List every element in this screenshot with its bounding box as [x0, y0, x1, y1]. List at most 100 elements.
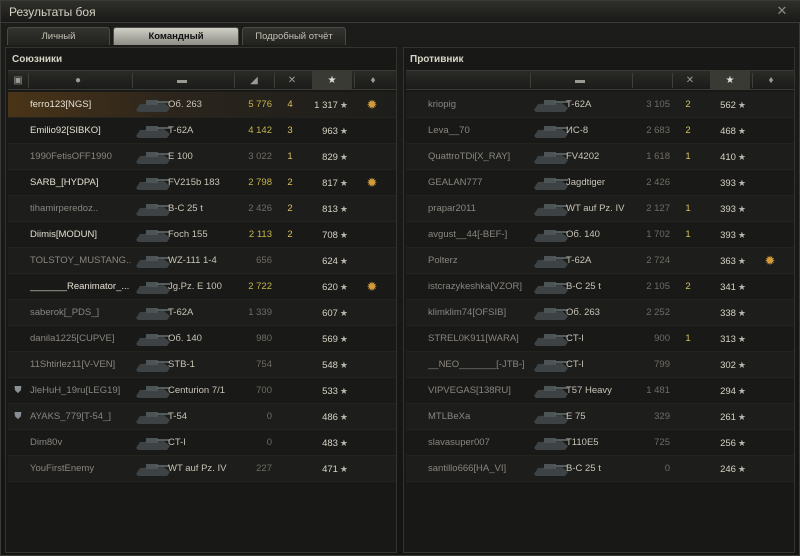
player-name[interactable]: QuattroTDi[X_RAY]	[428, 144, 536, 170]
player-row[interactable]: 11Shtirlez11[V-VEN] STB-1 754 548 ★	[8, 352, 396, 378]
player-row[interactable]: Emilio92[SIBKO] T-62A 4 142 3 963 ★	[8, 118, 396, 144]
player-name[interactable]: kriopig	[428, 92, 536, 118]
player-name[interactable]: 11Shtirlez11[V-VEN]	[30, 352, 138, 378]
tank-icon	[134, 378, 170, 404]
medal-icon[interactable]: ✹	[756, 248, 784, 274]
squad-slot	[408, 196, 424, 222]
player-name[interactable]: saberok[_PDS_]	[30, 300, 138, 326]
player-row[interactable]: YouFirstEnemy WT auf Pz. IV 227 471 ★	[8, 456, 396, 482]
player-row[interactable]: danila1225[CUPVE] Об. 140 980 569 ★	[8, 326, 396, 352]
experience-value: 256 ★	[702, 430, 746, 456]
player-name[interactable]: TOLSTOY_MUSTANG..	[30, 248, 138, 274]
player-row[interactable]: Polterz T-62A 2 724 363 ★ ✹	[406, 248, 794, 274]
vehicle-name: Об. 263	[168, 99, 202, 110]
player-name[interactable]: Dim80v	[30, 430, 138, 456]
player-name[interactable]: tihamirperedoz..	[30, 196, 138, 222]
medal-icon[interactable]: ✹	[358, 92, 386, 118]
player-name[interactable]: Emilio92[SIBKO]	[30, 118, 138, 144]
player-name[interactable]: JleHuH_19ru[LEG19]	[30, 378, 138, 404]
medal-icon[interactable]: ✹	[358, 274, 386, 300]
player-row[interactable]: istcrazykeshka[VZOR] B-C 25 t 2 105 2 341 ★	[406, 274, 794, 300]
player-name[interactable]: Diimis[MODUN]	[30, 222, 138, 248]
close-icon[interactable]: ✕	[775, 4, 789, 18]
player-name[interactable]: ferro123[NGS]	[30, 92, 138, 118]
player-row[interactable]: GEALAN777 Jagdtiger 2 426 393 ★	[406, 170, 794, 196]
star-icon[interactable]: ★	[710, 71, 750, 90]
squad-icon[interactable]	[408, 74, 424, 88]
medal-icon[interactable]: ♦	[752, 74, 790, 88]
player-row[interactable]: MTLBeXa E 75 329 261 ★	[406, 404, 794, 430]
player-row[interactable]: avgust__44[-BEF-] Об. 140 1 702 1 393 ★	[406, 222, 794, 248]
squad-slot	[10, 222, 26, 248]
player-name[interactable]: klimklim74[OFSIB]	[428, 300, 536, 326]
experience-value: 548 ★	[304, 352, 348, 378]
player-name[interactable]: YouFirstEnemy	[30, 456, 138, 482]
tank-icon[interactable]: ▬	[132, 74, 232, 88]
squad-icon[interactable]: ▣	[10, 74, 26, 88]
player-row[interactable]: kriopig T-62A 3 105 2 562 ★	[406, 92, 794, 118]
player-name[interactable]: Polterz	[428, 248, 536, 274]
player-row[interactable]: ⛊ AYAKS_779[T-54_] T-54 0 486 ★	[8, 404, 396, 430]
player-name[interactable]: 1990FetisOFF1990	[30, 144, 138, 170]
tank-icon[interactable]: ▬	[530, 74, 630, 88]
player-name[interactable]: STREL0K911[WARA]	[428, 326, 536, 352]
experience-value: 562 ★	[702, 92, 746, 118]
player-name[interactable]: AYAKS_779[T-54_]	[30, 404, 138, 430]
player-name[interactable]: _______Reanimator_...	[30, 274, 138, 300]
tab-detailed-report[interactable]: Подробный отчёт	[242, 27, 346, 45]
medal-icon[interactable]: ✹	[358, 170, 386, 196]
player-name[interactable]: prapar2011	[428, 196, 536, 222]
player-row[interactable]: ferro123[NGS] Об. 263 5 776 4 1 317 ★ ✹	[8, 92, 396, 118]
star-icon[interactable]: ★	[312, 71, 352, 90]
experience-value: 393 ★	[702, 222, 746, 248]
squad-slot	[408, 300, 424, 326]
player-row[interactable]: __NEO_______[-JTB-] CT-I 799 302 ★	[406, 352, 794, 378]
player-row[interactable]: Dim80v CT-I 0 483 ★	[8, 430, 396, 456]
experience-value: 533 ★	[304, 378, 348, 404]
player-name[interactable]: danila1225[CUPVE]	[30, 326, 138, 352]
player-row[interactable]: saberok[_PDS_] T-62A 1 339 607 ★	[8, 300, 396, 326]
player-row[interactable]: santillo666[HA_VI] B-C 25 t 0 246 ★	[406, 456, 794, 482]
vehicle-name: T-62A	[566, 99, 592, 110]
tab-team-result[interactable]: Командный результат	[113, 27, 239, 60]
player-name[interactable]: GEALAN777	[428, 170, 536, 196]
kills-value	[276, 248, 304, 274]
player-row[interactable]: 1990FetisOFF1990 E 100 3 022 1 829 ★	[8, 144, 396, 170]
damage-icon[interactable]: ◢	[234, 74, 274, 88]
player-row[interactable]: prapar2011 WT auf Pz. IV 2 127 1 393 ★	[406, 196, 794, 222]
player-name[interactable]: istcrazykeshka[VZOR]	[428, 274, 536, 300]
player-row[interactable]: tihamirperedoz.. B-C 25 t 2 426 2 813 ★	[8, 196, 396, 222]
medal-icon[interactable]: ♦	[354, 74, 392, 88]
player-name[interactable]: VIPVEGAS[138RU]	[428, 378, 536, 404]
tank-icon	[532, 430, 568, 456]
player-name[interactable]: avgust__44[-BEF-]	[428, 222, 536, 248]
player-row[interactable]: Leva__70 ИС-8 2 683 2 468 ★	[406, 118, 794, 144]
kills-value: 3	[287, 125, 293, 136]
tab-personal-result[interactable]: Личный результат	[7, 27, 110, 60]
player-row[interactable]: Diimis[MODUN] Foch 155 2 113 2 708 ★	[8, 222, 396, 248]
kills-icon[interactable]: ✕	[274, 74, 310, 88]
player-name[interactable]: SARB_[HYDPA]	[30, 170, 138, 196]
player-row[interactable]: TOLSTOY_MUSTANG.. WZ-111 1-4 656 624 ★	[8, 248, 396, 274]
player-row[interactable]: ⛊ JleHuH_19ru[LEG19] Centurion 7/1 700 533 ★	[8, 378, 396, 404]
player-row[interactable]: _______Reanimator_... Jg.Pz. E 100 2 722 62…	[8, 274, 396, 300]
player-icon[interactable]: ●	[28, 74, 128, 88]
vehicle-name: Об. 263	[566, 307, 600, 318]
player-name[interactable]: __NEO_______[-JTB-]	[428, 352, 536, 378]
player-row[interactable]: QuattroTDi[X_RAY] FV4202 1 618 1 410 ★	[406, 144, 794, 170]
player-row[interactable]: slavasuper007 T110E5 725 256 ★	[406, 430, 794, 456]
player-row[interactable]: SARB_[HYDPA] FV215b 183 2 798 2 817 ★ ✹	[8, 170, 396, 196]
player-icon[interactable]	[426, 74, 526, 88]
player-name[interactable]: santillo666[HA_VI]	[428, 456, 536, 482]
player-row[interactable]: klimklim74[OFSIB] Об. 263 2 252 338 ★	[406, 300, 794, 326]
player-row[interactable]: VIPVEGAS[138RU] T57 Heavy 1 481 294 ★	[406, 378, 794, 404]
player-row[interactable]: STREL0K911[WARA] CT-I 900 1 313 ★	[406, 326, 794, 352]
vehicle-name: WT auf Pz. IV	[168, 463, 227, 474]
player-name[interactable]: MTLBeXa	[428, 404, 536, 430]
player-name[interactable]: slavasuper007	[428, 430, 536, 456]
vehicle-name: CT-I	[168, 437, 186, 448]
damage-icon[interactable]	[632, 74, 672, 88]
kills-icon[interactable]: ✕	[672, 74, 708, 88]
player-name[interactable]: Leva__70	[428, 118, 536, 144]
experience-value: 817 ★	[304, 170, 348, 196]
